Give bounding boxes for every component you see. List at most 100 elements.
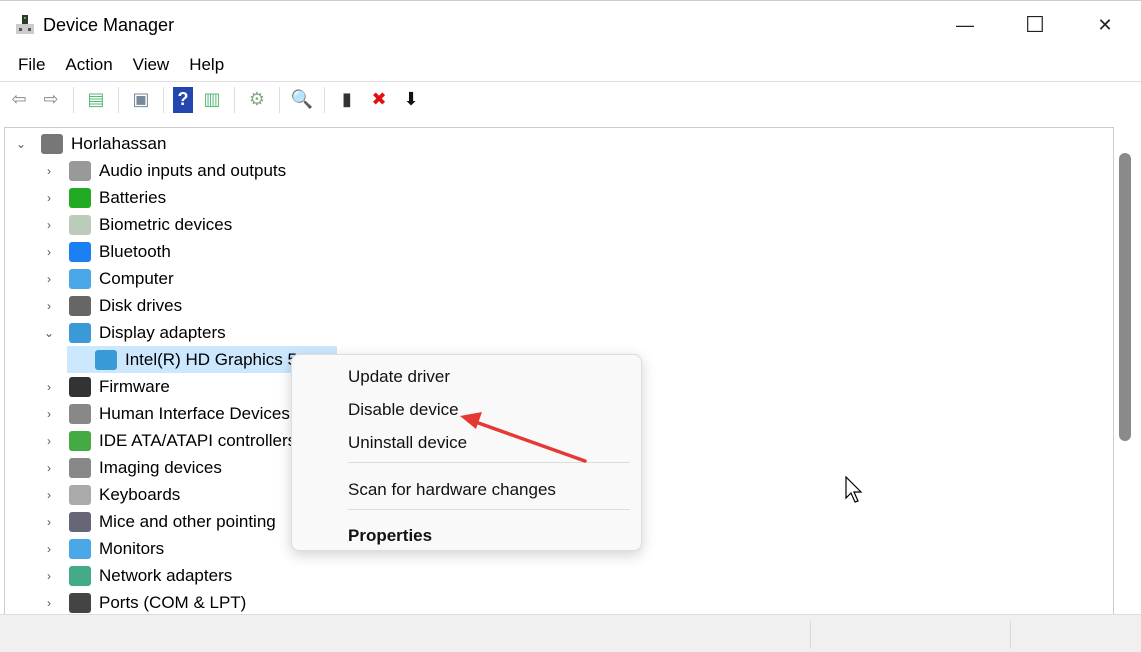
tree-item-category[interactable]: › Network adapters [41, 562, 232, 589]
status-bar [0, 614, 1141, 652]
menu-action[interactable]: Action [55, 50, 122, 80]
tree-item-category[interactable]: › Keyboards [41, 481, 180, 508]
expand-chevron-icon[interactable]: › [41, 191, 57, 205]
menu-view[interactable]: View [123, 50, 180, 80]
uninstall-device-icon[interactable]: ✖ [366, 87, 392, 113]
toolbar-separator [163, 86, 164, 113]
toolbar-separator [73, 86, 74, 113]
display-adapter-icon [95, 349, 117, 370]
tree-item-label: Disk drives [99, 295, 183, 315]
tree-item-category[interactable]: › Biometric devices [41, 211, 232, 238]
show-hide-console-tree-icon[interactable]: ▤ [83, 87, 109, 113]
tree-item-label: Network adapters [99, 565, 233, 585]
title-bar: Device Manager — ☐ ✕ [0, 0, 1141, 48]
menu-separator [348, 509, 630, 510]
fingerprint-icon [69, 214, 91, 235]
computer-root-icon [41, 133, 63, 154]
window-title: Device Manager [43, 15, 175, 35]
tree-item-label: Audio inputs and outputs [99, 160, 287, 180]
status-divider [810, 621, 811, 649]
toolbar-separator [118, 86, 119, 113]
expand-chevron-icon[interactable]: › [41, 299, 57, 313]
tree-item-label: Keyboards [99, 484, 181, 504]
tree-item-label: Bluetooth [99, 241, 171, 261]
expand-chevron-icon[interactable]: › [41, 488, 57, 502]
bluetooth-icon [69, 241, 91, 262]
tree-root[interactable]: ⌄ Horlahassan [13, 130, 166, 157]
status-divider [1010, 621, 1011, 649]
expand-chevron-icon[interactable]: › [41, 272, 57, 286]
help-icon[interactable]: ? [173, 86, 193, 113]
expand-chevron-icon[interactable]: › [41, 164, 57, 178]
expand-chevron-icon[interactable]: › [41, 407, 57, 421]
vertical-scrollbar[interactable] [1114, 127, 1136, 614]
tree-item-category[interactable]: › Audio inputs and outputs [41, 157, 286, 184]
expand-chevron-icon[interactable]: › [41, 542, 57, 556]
menu-file[interactable]: File [8, 50, 55, 80]
mouse-cursor-icon [845, 476, 863, 503]
expand-chevron-icon[interactable]: › [41, 569, 57, 583]
tree-item-label: Biometric devices [99, 214, 233, 234]
tree-item-label: Batteries [99, 187, 167, 207]
tree-item-category[interactable]: › IDE ATA/ATAPI controllers [41, 427, 296, 454]
tree-item-category[interactable]: › Monitors [41, 535, 164, 562]
tree-item-category[interactable]: › Mice and other pointing [41, 508, 276, 535]
forward-icon[interactable]: ⇨ [38, 87, 64, 113]
camera-icon [69, 457, 91, 478]
menu-scan-hardware[interactable]: Scan for hardware changes [348, 480, 556, 500]
toolbar: ⇦ ⇨ ▤ ▣? ▥ ⚙ 🔍 ▮ ✖ ⬇ [0, 81, 1141, 117]
tree-item-category[interactable]: › Bluetooth [41, 238, 171, 265]
properties-icon[interactable]: ▣ [128, 87, 154, 113]
tree-item-label: Monitors [99, 538, 165, 558]
menu-update-driver[interactable]: Update driver [348, 367, 450, 387]
minimize-button[interactable]: — [942, 9, 988, 41]
context-menu: Update driver Disable device Uninstall d… [291, 354, 642, 551]
tree-item-category[interactable]: › Human Interface Devices [41, 400, 290, 427]
enable-device-icon[interactable]: ▮ [334, 87, 360, 113]
menu-disable-device[interactable]: Disable device [348, 400, 459, 420]
tree-item-category[interactable]: › Disk drives [41, 292, 182, 319]
tree-item-category[interactable]: › Ports (COM & LPT) [41, 589, 246, 614]
speaker-icon [69, 160, 91, 181]
tree-item-category[interactable]: › Firmware [41, 373, 170, 400]
device-manager-icon [16, 15, 34, 34]
expand-chevron-icon[interactable]: › [41, 596, 57, 610]
tree-item-label: Display adapters [99, 322, 226, 342]
expand-chevron-icon[interactable]: › [41, 218, 57, 232]
menu-properties[interactable]: Properties [348, 526, 432, 546]
scan-hardware-icon[interactable]: 🔍 [289, 87, 315, 113]
port-icon [69, 592, 91, 613]
controller-icon [69, 430, 91, 451]
tree-item-category[interactable]: › Imaging devices [41, 454, 222, 481]
tree-item-label: Horlahassan [71, 133, 167, 153]
tree-item-category[interactable]: ⌄ Display adapters [41, 319, 226, 346]
update-driver-icon[interactable]: ⚙ [244, 87, 270, 113]
disk-drive-icon [69, 295, 91, 316]
menu-help[interactable]: Help [179, 50, 234, 80]
tree-item-category[interactable]: › Computer [41, 265, 174, 292]
keyboard-icon [69, 484, 91, 505]
tree-item-label: Firmware [99, 376, 170, 396]
tree-item-label: Ports (COM & LPT) [99, 592, 247, 612]
scrollbar-thumb[interactable] [1119, 153, 1131, 441]
collapse-chevron-icon[interactable]: ⌄ [41, 326, 57, 340]
action-pane-icon[interactable]: ▥ [199, 87, 225, 113]
maximize-button[interactable]: ☐ [1012, 9, 1058, 41]
back-icon[interactable]: ⇦ [6, 87, 32, 113]
close-button[interactable]: ✕ [1082, 9, 1128, 41]
toolbar-separator [324, 86, 325, 113]
tree-item-label: Human Interface Devices [99, 403, 290, 423]
tree-item-category[interactable]: › Batteries [41, 184, 166, 211]
mouse-icon [69, 511, 91, 532]
expand-chevron-icon[interactable]: › [41, 245, 57, 259]
tree-item-label: Computer [99, 268, 174, 288]
collapse-chevron-icon[interactable]: ⌄ [13, 137, 29, 151]
disable-device-icon[interactable]: ⬇ [398, 87, 424, 113]
expand-chevron-icon[interactable]: › [41, 434, 57, 448]
expand-chevron-icon[interactable]: › [41, 380, 57, 394]
expand-chevron-icon[interactable]: › [41, 515, 57, 529]
menu-uninstall-device[interactable]: Uninstall device [348, 433, 467, 453]
chip-icon [69, 376, 91, 397]
expand-chevron-icon[interactable]: › [41, 461, 57, 475]
menu-separator [348, 462, 630, 463]
